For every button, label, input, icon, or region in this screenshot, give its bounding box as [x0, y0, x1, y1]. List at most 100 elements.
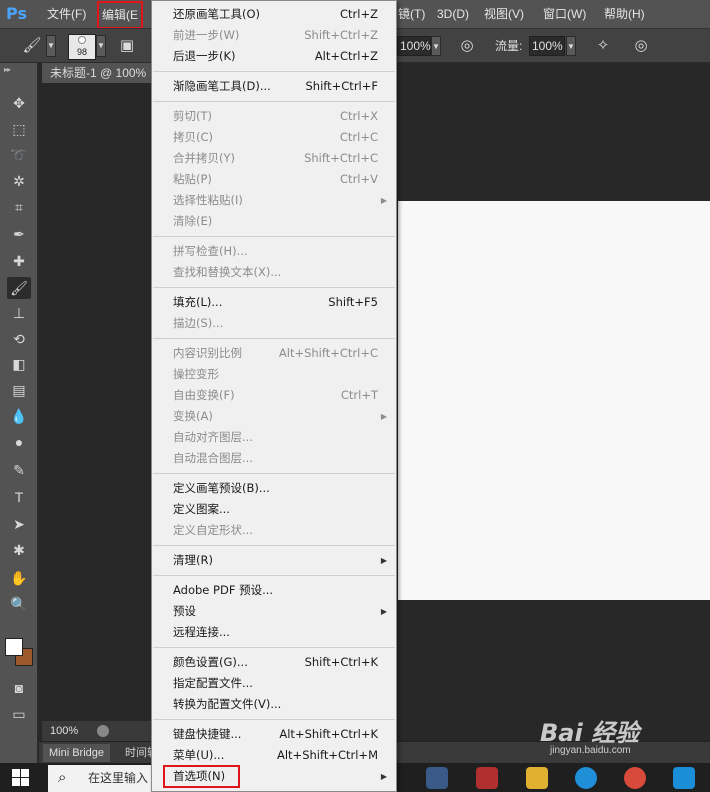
menu-item-6-0[interactable]: 定义画笔预设(B)...: [152, 478, 396, 499]
brush-tool-icon[interactable]: 🖌: [20, 35, 44, 57]
menu-item-3-1: 查找和替换文本(X)...: [152, 262, 396, 283]
menu-item-10-0[interactable]: 键盘快捷键... Alt+Shift+Ctrl+K: [152, 724, 396, 745]
shape-icon[interactable]: ✱: [7, 539, 31, 561]
quick-mask-icon[interactable]: ◙: [7, 677, 31, 699]
menu-item-1-0[interactable]: 渐隐画笔工具(D)... Shift+Ctrl+F: [152, 76, 396, 97]
move-icon[interactable]: ✥: [7, 92, 31, 114]
menu-item-label: 选择性粘贴(I): [173, 193, 243, 207]
menu-item-10-2[interactable]: 首选项(N) ▶: [152, 765, 396, 788]
blur-icon[interactable]: 💧: [7, 405, 31, 427]
menu-item-label: 前进一步(W): [173, 28, 240, 42]
edit-menu-dropdown: 还原画笔工具(O) Ctrl+Z 前进一步(W) Shift+Ctrl+Z 后退一步(K…: [151, 0, 397, 792]
hand-icon[interactable]: ✋: [7, 567, 31, 589]
healing-icon[interactable]: ✚: [7, 250, 31, 272]
menu-item-8-1[interactable]: 预设 ▶: [152, 601, 396, 622]
menu-item-label: 剪切(T): [173, 109, 212, 123]
menu-item-label: 查找和替换文本(X)...: [173, 265, 282, 279]
airbrush-icon[interactable]: ✧: [592, 35, 614, 57]
menu-3d[interactable]: 3D(D): [437, 0, 469, 28]
brush-icon[interactable]: 🖌: [7, 277, 31, 299]
menu-item-9-1[interactable]: 指定配置文件...: [152, 673, 396, 694]
menu-item-5-5: 自动混合图层...: [152, 448, 396, 469]
lasso-icon[interactable]: ➰: [7, 144, 31, 166]
flow-dropdown[interactable]: ▼: [566, 36, 576, 56]
menu-item-4-0[interactable]: 填充(L)... Shift+F5: [152, 292, 396, 313]
menu-item-10-1[interactable]: 菜单(U)... Alt+Shift+Ctrl+M: [152, 745, 396, 766]
document-tab[interactable]: 未标题-1 @ 100%: [42, 63, 154, 83]
screen-mode-icon[interactable]: ▭: [7, 703, 31, 725]
menu-view[interactable]: 视图(V): [484, 0, 524, 28]
menu-item-7-0[interactable]: 清理(R) ▶: [152, 550, 396, 571]
menu-separator: [153, 719, 395, 720]
menu-item-label: 合并拷贝(Y): [173, 151, 235, 165]
menu-item-shortcut: Alt+Shift+Ctrl+C: [278, 346, 378, 360]
chrome-browser-icon[interactable]: [624, 767, 646, 789]
brush-panel-icon[interactable]: ▣: [117, 35, 137, 57]
pressure-size-icon[interactable]: ◎: [630, 35, 652, 57]
dodge-icon[interactable]: ●: [7, 431, 31, 453]
menu-item-label: 拷贝(C): [173, 130, 214, 144]
flow-field[interactable]: 100%: [529, 36, 565, 56]
menu-window[interactable]: 窗口(W): [543, 0, 586, 28]
menu-separator: [153, 473, 395, 474]
menu-item-8-2[interactable]: 远程连接...: [152, 622, 396, 643]
file-explorer-icon[interactable]: [526, 767, 548, 789]
foreground-color-swatch[interactable]: [5, 638, 23, 656]
menu-file[interactable]: 文件(F): [47, 0, 86, 28]
submenu-arrow-icon: ▶: [380, 196, 387, 205]
brush-preset-picker[interactable]: 98: [68, 34, 96, 60]
taskbar-search[interactable]: ⌕ 在这里输入: [48, 765, 152, 792]
eraser-icon[interactable]: ◧: [7, 353, 31, 375]
brush-size-dropdown[interactable]: ▼: [96, 35, 106, 57]
menu-item-0-0[interactable]: 还原画笔工具(O) Ctrl+Z: [152, 4, 396, 25]
tools-panel: ▸▸ ✥ ⬚ ➰ ✲ ⌗ ✒ ✚ 🖌 ⊥ ⟲ ◧ ▤ 💧 ● ✎ T ➤ ✱ ✋ 🔍 ◙ ▭: [0, 63, 38, 763]
menu-item-shortcut: Alt+Shift+Ctrl+M: [276, 748, 378, 762]
menu-item-label: 变换(A): [173, 409, 213, 423]
stamp-icon[interactable]: ⊥: [7, 302, 31, 324]
windows-start-icon[interactable]: [12, 769, 30, 787]
type-icon[interactable]: T: [7, 486, 31, 508]
pen-icon[interactable]: ✎: [7, 459, 31, 481]
menu-item-5-1: 操控变形: [152, 364, 396, 385]
recorder-app-icon[interactable]: [476, 767, 498, 789]
crop-icon[interactable]: ⌗: [7, 196, 31, 218]
opacity-dropdown[interactable]: ▼: [431, 36, 441, 56]
zoom-icon[interactable]: 🔍: [7, 593, 31, 615]
menu-item-3-0: 拼写检查(H)...: [152, 241, 396, 262]
menu-item-9-0[interactable]: 颜色设置(G)... Shift+Ctrl+K: [152, 652, 396, 673]
magic-wand-icon[interactable]: ✲: [7, 170, 31, 192]
tab-mini-bridge[interactable]: Mini Bridge: [43, 744, 111, 762]
menu-item-8-0[interactable]: Adobe PDF 预设...: [152, 580, 396, 601]
panel-grip-icon[interactable]: ▸▸: [4, 65, 11, 74]
eyedropper-icon[interactable]: ✒: [7, 223, 31, 245]
brush-size-value: 98: [76, 47, 87, 57]
zoom-level[interactable]: 100%: [50, 725, 78, 737]
menu-item-label: 清理(R): [173, 553, 213, 567]
canvas[interactable]: [398, 201, 710, 600]
watermark-url: jingyan.baidu.com: [550, 745, 631, 756]
menu-filter[interactable]: 镜(T): [398, 0, 425, 28]
history-brush-icon[interactable]: ⟲: [7, 328, 31, 350]
app-q-icon[interactable]: [673, 767, 695, 789]
menu-item-9-2[interactable]: 转换为配置文件(V)...: [152, 694, 396, 715]
edge-browser-icon[interactable]: [575, 767, 597, 789]
paint-app-icon[interactable]: [426, 767, 448, 789]
pressure-opacity-icon[interactable]: ◎: [456, 35, 478, 57]
tool-preset-dropdown[interactable]: ▼: [46, 35, 56, 57]
menu-separator: [153, 236, 395, 237]
status-info-icon[interactable]: [97, 725, 110, 738]
opacity-field[interactable]: 100%: [397, 36, 431, 56]
path-select-icon[interactable]: ➤: [7, 513, 31, 535]
menu-item-2-3: 粘贴(P) Ctrl+V: [152, 169, 396, 190]
menu-item-shortcut: Ctrl+X: [340, 109, 378, 123]
menu-separator: [153, 287, 395, 288]
menu-item-6-1[interactable]: 定义图案...: [152, 499, 396, 520]
menu-edit[interactable]: 编辑(E: [97, 1, 144, 29]
menu-item-label: 拼写检查(H)...: [173, 244, 248, 258]
gradient-icon[interactable]: ▤: [7, 379, 31, 401]
menu-item-0-2[interactable]: 后退一步(K) Alt+Ctrl+Z: [152, 46, 396, 67]
menu-item-2-4: 选择性粘贴(I) ▶: [152, 190, 396, 211]
search-icon: ⌕: [58, 769, 67, 786]
menu-help[interactable]: 帮助(H): [604, 0, 645, 28]
marquee-icon[interactable]: ⬚: [7, 118, 31, 140]
